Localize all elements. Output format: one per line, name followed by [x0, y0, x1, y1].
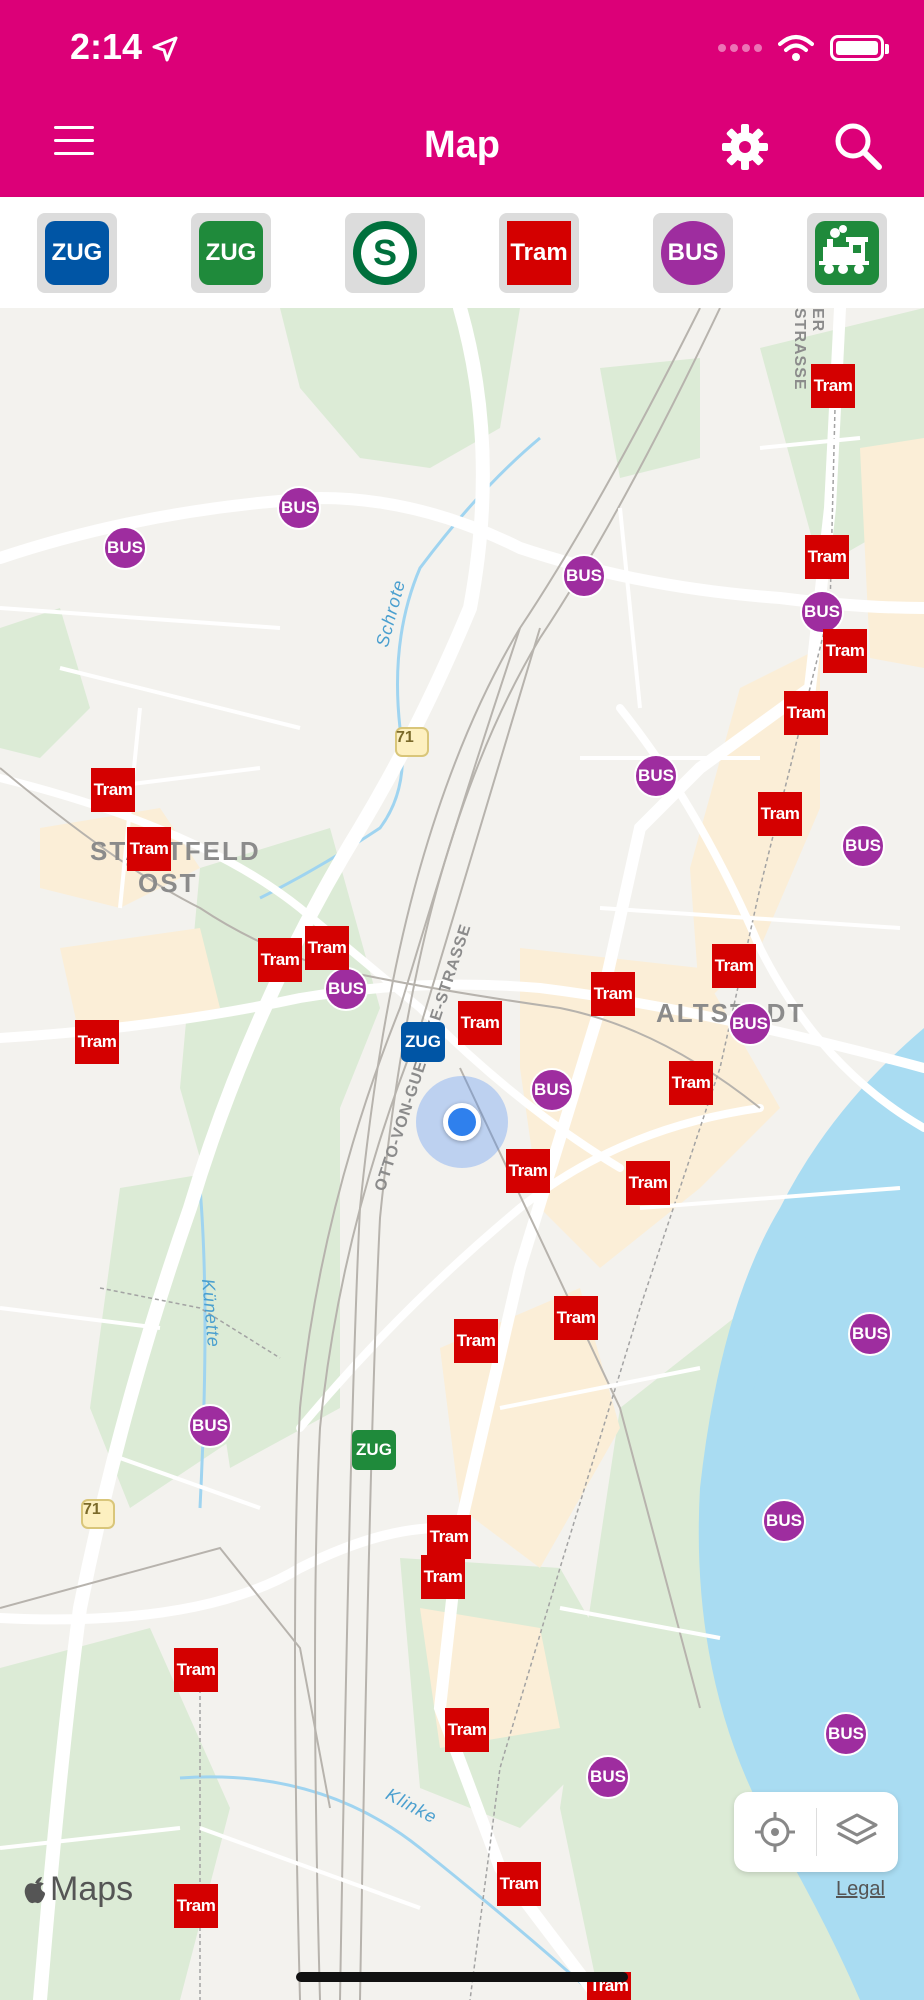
- tram-stop-marker[interactable]: Tram: [458, 1001, 502, 1045]
- tram-stop-marker[interactable]: Tram: [258, 938, 302, 982]
- train-station-marker[interactable]: ZUG: [401, 1022, 445, 1062]
- wifi-icon: [778, 35, 814, 61]
- tram-stop-marker[interactable]: Tram: [127, 827, 171, 871]
- filter-bus-button[interactable]: BUS: [653, 213, 733, 293]
- tram-stop-marker[interactable]: Tram: [758, 792, 802, 836]
- tram-stop-marker[interactable]: Tram: [91, 768, 135, 812]
- tram-stop-marker[interactable]: Tram: [174, 1884, 218, 1928]
- app-header: 2:14 Map: [0, 0, 924, 197]
- legal-link[interactable]: Legal: [836, 1878, 885, 1901]
- tram-stop-marker[interactable]: Tram: [811, 364, 855, 408]
- bus-stop-marker[interactable]: BUS: [800, 590, 844, 634]
- bus-stop-marker[interactable]: BUS: [824, 1712, 868, 1756]
- bus-stop-marker[interactable]: BUS: [728, 1002, 772, 1046]
- tram-stop-marker[interactable]: Tram: [305, 926, 349, 970]
- layers-icon: [836, 1813, 878, 1845]
- apple-maps-logo: Maps: [22, 1870, 133, 1909]
- steam-train-icon: [815, 221, 879, 285]
- filter-zug-blue-button[interactable]: ZUG: [37, 213, 117, 293]
- zug-blue-icon: ZUG: [45, 221, 109, 285]
- tram-stop-marker[interactable]: Tram: [454, 1319, 498, 1363]
- map-controls: [734, 1792, 898, 1872]
- status-icons: [718, 34, 889, 62]
- tram-stop-marker[interactable]: Tram: [445, 1708, 489, 1752]
- road-71-label-south: 71: [83, 1501, 101, 1518]
- tram-stop-marker[interactable]: Tram: [784, 691, 828, 735]
- filter-tram-button[interactable]: Tram: [499, 213, 579, 293]
- filter-heritage-train-button[interactable]: [807, 213, 887, 293]
- location-arrow-icon: [152, 36, 178, 62]
- tram-stop-marker[interactable]: Tram: [626, 1161, 670, 1205]
- map-view[interactable]: 71 71 STADTFELD OST ALTSTADT OTTO-VON-GU…: [0, 308, 924, 2000]
- settings-gear-icon[interactable]: [720, 122, 770, 172]
- bus-stop-marker[interactable]: BUS: [188, 1404, 232, 1448]
- user-location-dot: [443, 1103, 481, 1141]
- district-label-stadtfeld: STADTFELD: [90, 836, 261, 866]
- bus-stop-marker[interactable]: BUS: [848, 1312, 892, 1356]
- crosshair-icon: [754, 1812, 795, 1852]
- tram-stop-marker[interactable]: Tram: [75, 1020, 119, 1064]
- maps-brand-text: Maps: [50, 1870, 134, 1908]
- bus-icon: BUS: [661, 221, 725, 285]
- cellular-signal-icon: [718, 44, 762, 52]
- search-icon[interactable]: [832, 120, 884, 172]
- sbahn-icon: S: [353, 221, 417, 285]
- bus-stop-marker[interactable]: BUS: [562, 554, 606, 598]
- tram-stop-marker[interactable]: Tram: [497, 1862, 541, 1906]
- bus-stop-marker[interactable]: BUS: [103, 526, 147, 570]
- road-71-label: 71: [396, 729, 414, 746]
- bus-stop-marker[interactable]: BUS: [586, 1755, 630, 1799]
- district-label-ost: OST: [138, 868, 198, 898]
- status-time: 2:14: [70, 26, 143, 67]
- transport-filter-bar: ZUG ZUG S Tram BUS: [0, 197, 924, 308]
- map-layers-button[interactable]: [817, 1792, 899, 1872]
- tram-stop-marker[interactable]: Tram: [591, 972, 635, 1016]
- bus-stop-marker[interactable]: BUS: [324, 967, 368, 1011]
- bus-stop-marker[interactable]: BUS: [277, 486, 321, 530]
- train-station-marker[interactable]: ZUG: [352, 1430, 396, 1470]
- filter-zug-green-button[interactable]: ZUG: [191, 213, 271, 293]
- tram-stop-marker[interactable]: Tram: [506, 1149, 550, 1193]
- tram-stop-marker[interactable]: Tram: [421, 1555, 465, 1599]
- zug-green-icon: ZUG: [199, 221, 263, 285]
- apple-logo-icon: [24, 1876, 45, 1903]
- tram-stop-marker[interactable]: Tram: [805, 535, 849, 579]
- bus-stop-marker[interactable]: BUS: [530, 1068, 574, 1112]
- tram-stop-marker[interactable]: Tram: [174, 1648, 218, 1692]
- page-title: Map: [424, 124, 500, 166]
- bus-stop-marker[interactable]: BUS: [634, 754, 678, 798]
- bus-stop-marker[interactable]: BUS: [762, 1499, 806, 1543]
- tram-stop-marker[interactable]: Tram: [554, 1296, 598, 1340]
- battery-icon: [830, 35, 889, 61]
- tram-stop-marker[interactable]: Tram: [669, 1061, 713, 1105]
- tram-stop-marker[interactable]: Tram: [823, 629, 867, 673]
- tram-stop-marker[interactable]: Tram: [427, 1515, 471, 1559]
- filter-sbahn-button[interactable]: S: [345, 213, 425, 293]
- tram-stop-marker[interactable]: Tram: [712, 944, 756, 988]
- locate-me-button[interactable]: [734, 1792, 816, 1872]
- home-indicator[interactable]: [296, 1972, 628, 1982]
- tram-icon: Tram: [507, 221, 571, 285]
- bus-stop-marker[interactable]: BUS: [841, 824, 885, 868]
